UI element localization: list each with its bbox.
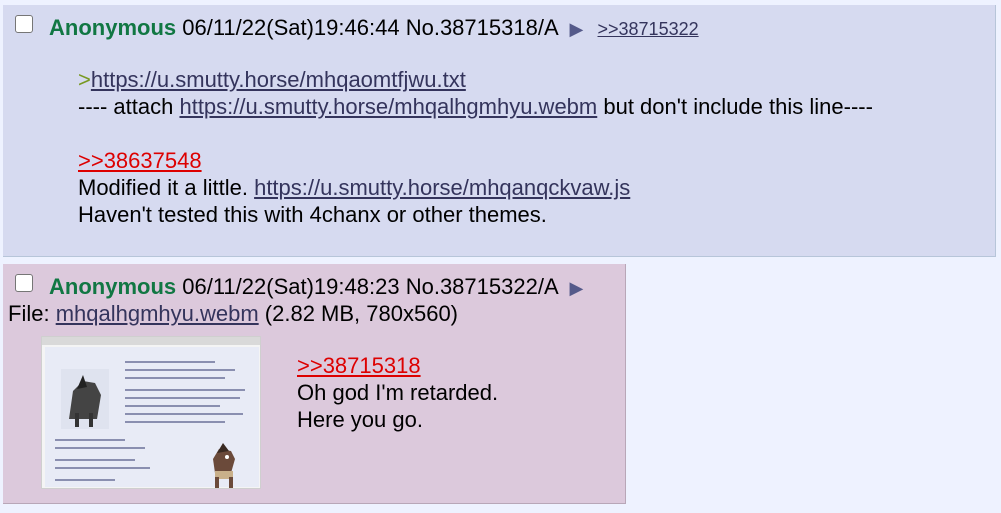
quote-link[interactable]: >>38715318 [297,353,421,378]
post-number[interactable]: No.38715318 [406,15,538,40]
pony-image-icon [61,369,109,429]
backlink[interactable]: >>38715322 [598,19,699,39]
post-info: Anonymous 06/11/22(Sat)19:48:23 No.38715… [49,274,583,301]
post-datetime: 06/11/22(Sat)19:46:44 [182,15,400,40]
post-message: >https://u.smutty.horse/mhqaomtfjwu.txt … [78,66,873,228]
post-select-checkbox[interactable] [15,274,33,292]
post-message: >>38715318 Oh god I'm retarded. Here you… [297,352,498,433]
attach-suffix: but don't include this line---- [597,94,873,119]
webm-link[interactable]: https://u.smutty.horse/mhqalhgmhyu.webm [179,94,597,119]
poster-name: Anonymous [49,15,177,40]
post-38715318: Anonymous 06/11/22(Sat)19:46:44 No.38715… [3,5,996,257]
post-menu-arrow-icon[interactable]: ▶ [570,278,584,298]
board-suffix: /A [537,15,558,40]
file-info: File: mhqalhgmhyu.webm (2.82 MB, 780x560… [8,301,458,327]
message-line-1: Oh god I'm retarded. [297,380,499,405]
attach-prefix: ---- attach [78,94,180,119]
greentext-marker: > [78,67,91,92]
file-link[interactable]: mhqalhgmhyu.webm [56,301,259,326]
post-select-checkbox[interactable] [15,15,33,33]
file-meta: (2.82 MB, 780x560) [258,301,459,326]
post-menu-arrow-icon[interactable]: ▶ [570,19,584,39]
thumbnail-titlebar [42,337,260,345]
thumbnail-content [45,347,259,488]
post-number[interactable]: No.38715322 [406,274,538,299]
post-datetime: 06/11/22(Sat)19:48:23 [182,274,400,299]
modified-text: Modified it a little. [78,175,255,200]
file-thumbnail[interactable] [41,336,261,489]
txt-link[interactable]: https://u.smutty.horse/mhqaomtfjwu.txt [91,67,466,92]
pony-character-icon [213,443,235,488]
message-line-2: Here you go. [297,407,423,432]
last-line: Haven't tested this with 4chanx or other… [78,202,547,227]
poster-name: Anonymous [49,274,177,299]
board-suffix: /A [537,274,558,299]
file-label: File: [8,301,56,326]
post-info: Anonymous 06/11/22(Sat)19:46:44 No.38715… [49,15,699,42]
quote-link[interactable]: >>38637548 [78,148,202,173]
js-link[interactable]: https://u.smutty.horse/mhqanqckvaw.js [254,175,630,200]
